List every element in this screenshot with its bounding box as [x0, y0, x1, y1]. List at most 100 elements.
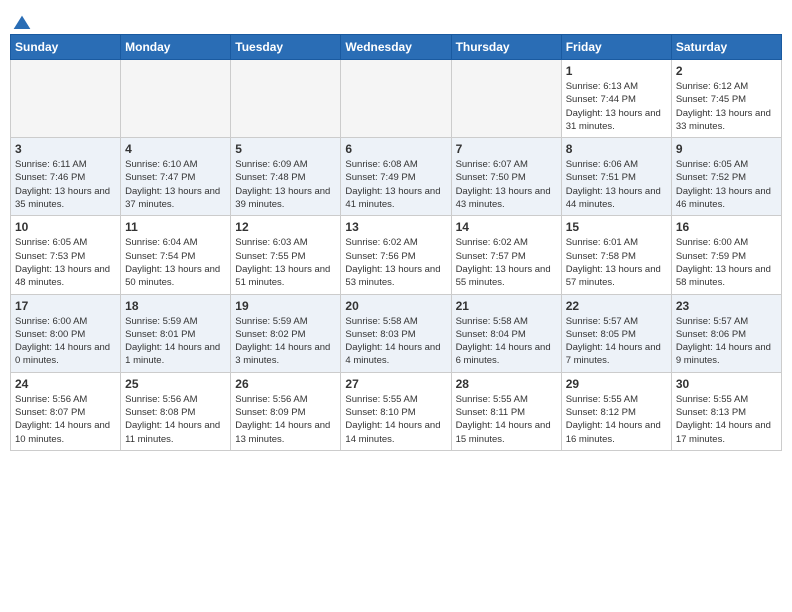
day-number: 13 — [345, 220, 446, 234]
day-number: 10 — [15, 220, 116, 234]
calendar-header-cell: Friday — [561, 35, 671, 60]
calendar-day-cell: 13Sunrise: 6:02 AM Sunset: 7:56 PM Dayli… — [341, 216, 451, 294]
calendar-day-cell: 19Sunrise: 5:59 AM Sunset: 8:02 PM Dayli… — [231, 294, 341, 372]
day-info: Sunrise: 6:09 AM Sunset: 7:48 PM Dayligh… — [235, 158, 336, 211]
day-number: 30 — [676, 377, 777, 391]
day-info: Sunrise: 6:06 AM Sunset: 7:51 PM Dayligh… — [566, 158, 667, 211]
day-number: 17 — [15, 299, 116, 313]
calendar-week-row: 1Sunrise: 6:13 AM Sunset: 7:44 PM Daylig… — [11, 60, 782, 138]
calendar-day-cell: 4 Sunrise: 6:10 AM Sunset: 7:47 PM Daylig… — [121, 138, 231, 216]
calendar-day-cell: 15Sunrise: 6:01 AM Sunset: 7:58 PM Dayli… — [561, 216, 671, 294]
calendar-day-cell: 25 Sunrise: 5:56 AM Sunset: 8:08 PM Dayli… — [121, 372, 231, 450]
calendar-day-cell: 17 Sunrise: 6:00 AM Sunset: 8:00 PM Dayli… — [11, 294, 121, 372]
calendar-day-cell: 14 Sunrise: 6:02 AM Sunset: 7:57 PM Dayli… — [451, 216, 561, 294]
calendar-day-cell: 3Sunrise: 6:11 AM Sunset: 7:46 PM Daylig… — [11, 138, 121, 216]
day-info: Sunrise: 6:07 AM Sunset: 7:50 PM Dayligh… — [456, 158, 557, 211]
calendar-table: SundayMondayTuesdayWednesdayThursdayFrid… — [10, 34, 782, 451]
calendar-header-cell: Tuesday — [231, 35, 341, 60]
calendar-day-cell: 24 Sunrise: 5:56 AM Sunset: 8:07 PM Dayli… — [11, 372, 121, 450]
calendar-day-cell: 6 Sunrise: 6:08 AM Sunset: 7:49 PM Daylig… — [341, 138, 451, 216]
calendar-day-cell: 1Sunrise: 6:13 AM Sunset: 7:44 PM Daylig… — [561, 60, 671, 138]
calendar-day-cell: 21 Sunrise: 5:58 AM Sunset: 8:04 PM Dayli… — [451, 294, 561, 372]
day-number: 8 — [566, 142, 667, 156]
day-info: Sunrise: 6:05 AM Sunset: 7:52 PM Dayligh… — [676, 158, 777, 211]
calendar-day-cell: 30 Sunrise: 5:55 AM Sunset: 8:13 PM Dayli… — [671, 372, 781, 450]
day-number: 6 — [345, 142, 446, 156]
calendar-day-cell: 27 Sunrise: 5:55 AM Sunset: 8:10 PM Dayli… — [341, 372, 451, 450]
calendar-header-cell: Thursday — [451, 35, 561, 60]
calendar-day-cell — [11, 60, 121, 138]
day-number: 7 — [456, 142, 557, 156]
day-info: Sunrise: 5:56 AM Sunset: 8:09 PM Dayligh… — [235, 393, 336, 446]
day-info: Sunrise: 5:55 AM Sunset: 8:12 PM Dayligh… — [566, 393, 667, 446]
calendar-day-cell: 28 Sunrise: 5:55 AM Sunset: 8:11 PM Dayli… — [451, 372, 561, 450]
calendar-day-cell: 11 Sunrise: 6:04 AM Sunset: 7:54 PM Dayli… — [121, 216, 231, 294]
page-header — [10, 10, 782, 28]
day-info: Sunrise: 6:02 AM Sunset: 7:57 PM Dayligh… — [456, 236, 557, 289]
logo — [10, 14, 32, 28]
day-number: 5 — [235, 142, 336, 156]
day-number: 26 — [235, 377, 336, 391]
calendar-day-cell: 8 Sunrise: 6:06 AM Sunset: 7:51 PM Daylig… — [561, 138, 671, 216]
day-info: Sunrise: 6:00 AM Sunset: 7:59 PM Dayligh… — [676, 236, 777, 289]
day-info: Sunrise: 6:01 AM Sunset: 7:58 PM Dayligh… — [566, 236, 667, 289]
calendar-day-cell: 23Sunrise: 5:57 AM Sunset: 8:06 PM Dayli… — [671, 294, 781, 372]
day-info: Sunrise: 5:57 AM Sunset: 8:05 PM Dayligh… — [566, 315, 667, 368]
day-number: 14 — [456, 220, 557, 234]
day-info: Sunrise: 6:12 AM Sunset: 7:45 PM Dayligh… — [676, 80, 777, 133]
calendar-header-cell: Sunday — [11, 35, 121, 60]
calendar-day-cell: 7 Sunrise: 6:07 AM Sunset: 7:50 PM Daylig… — [451, 138, 561, 216]
day-number: 23 — [676, 299, 777, 313]
calendar-day-cell: 5 Sunrise: 6:09 AM Sunset: 7:48 PM Daylig… — [231, 138, 341, 216]
day-info: Sunrise: 6:00 AM Sunset: 8:00 PM Dayligh… — [15, 315, 116, 368]
logo-icon — [12, 14, 32, 34]
day-info: Sunrise: 5:56 AM Sunset: 8:08 PM Dayligh… — [125, 393, 226, 446]
calendar-day-cell: 9 Sunrise: 6:05 AM Sunset: 7:52 PM Daylig… — [671, 138, 781, 216]
calendar-day-cell: 22 Sunrise: 5:57 AM Sunset: 8:05 PM Dayli… — [561, 294, 671, 372]
day-info: Sunrise: 6:08 AM Sunset: 7:49 PM Dayligh… — [345, 158, 446, 211]
day-info: Sunrise: 5:59 AM Sunset: 8:01 PM Dayligh… — [125, 315, 226, 368]
calendar-day-cell: 29Sunrise: 5:55 AM Sunset: 8:12 PM Dayli… — [561, 372, 671, 450]
calendar-week-row: 24 Sunrise: 5:56 AM Sunset: 8:07 PM Dayli… — [11, 372, 782, 450]
day-info: Sunrise: 5:55 AM Sunset: 8:10 PM Dayligh… — [345, 393, 446, 446]
calendar-week-row: 3Sunrise: 6:11 AM Sunset: 7:46 PM Daylig… — [11, 138, 782, 216]
calendar-day-cell: 12 Sunrise: 6:03 AM Sunset: 7:55 PM Dayli… — [231, 216, 341, 294]
day-info: Sunrise: 6:13 AM Sunset: 7:44 PM Dayligh… — [566, 80, 667, 133]
day-number: 22 — [566, 299, 667, 313]
calendar-day-cell: 18Sunrise: 5:59 AM Sunset: 8:01 PM Dayli… — [121, 294, 231, 372]
day-number: 21 — [456, 299, 557, 313]
day-number: 25 — [125, 377, 226, 391]
day-number: 19 — [235, 299, 336, 313]
calendar-header-row: SundayMondayTuesdayWednesdayThursdayFrid… — [11, 35, 782, 60]
day-info: Sunrise: 5:55 AM Sunset: 8:11 PM Dayligh… — [456, 393, 557, 446]
day-info: Sunrise: 6:04 AM Sunset: 7:54 PM Dayligh… — [125, 236, 226, 289]
day-info: Sunrise: 5:55 AM Sunset: 8:13 PM Dayligh… — [676, 393, 777, 446]
day-number: 4 — [125, 142, 226, 156]
calendar-day-cell: 10 Sunrise: 6:05 AM Sunset: 7:53 PM Dayli… — [11, 216, 121, 294]
calendar-day-cell: 16 Sunrise: 6:00 AM Sunset: 7:59 PM Dayli… — [671, 216, 781, 294]
calendar-day-cell — [451, 60, 561, 138]
day-number: 12 — [235, 220, 336, 234]
day-number: 16 — [676, 220, 777, 234]
day-info: Sunrise: 6:11 AM Sunset: 7:46 PM Dayligh… — [15, 158, 116, 211]
day-info: Sunrise: 5:58 AM Sunset: 8:04 PM Dayligh… — [456, 315, 557, 368]
calendar-body: 1Sunrise: 6:13 AM Sunset: 7:44 PM Daylig… — [11, 60, 782, 451]
day-info: Sunrise: 6:10 AM Sunset: 7:47 PM Dayligh… — [125, 158, 226, 211]
calendar-day-cell — [121, 60, 231, 138]
calendar-week-row: 17 Sunrise: 6:00 AM Sunset: 8:00 PM Dayli… — [11, 294, 782, 372]
day-number: 9 — [676, 142, 777, 156]
calendar-day-cell: 26 Sunrise: 5:56 AM Sunset: 8:09 PM Dayli… — [231, 372, 341, 450]
calendar-day-cell: 2 Sunrise: 6:12 AM Sunset: 7:45 PM Daylig… — [671, 60, 781, 138]
day-number: 2 — [676, 64, 777, 78]
day-number: 24 — [15, 377, 116, 391]
calendar-day-cell — [341, 60, 451, 138]
day-number: 11 — [125, 220, 226, 234]
day-number: 20 — [345, 299, 446, 313]
day-info: Sunrise: 6:05 AM Sunset: 7:53 PM Dayligh… — [15, 236, 116, 289]
calendar-header-cell: Wednesday — [341, 35, 451, 60]
day-info: Sunrise: 6:03 AM Sunset: 7:55 PM Dayligh… — [235, 236, 336, 289]
day-info: Sunrise: 5:56 AM Sunset: 8:07 PM Dayligh… — [15, 393, 116, 446]
day-info: Sunrise: 5:58 AM Sunset: 8:03 PM Dayligh… — [345, 315, 446, 368]
day-number: 27 — [345, 377, 446, 391]
day-number: 28 — [456, 377, 557, 391]
